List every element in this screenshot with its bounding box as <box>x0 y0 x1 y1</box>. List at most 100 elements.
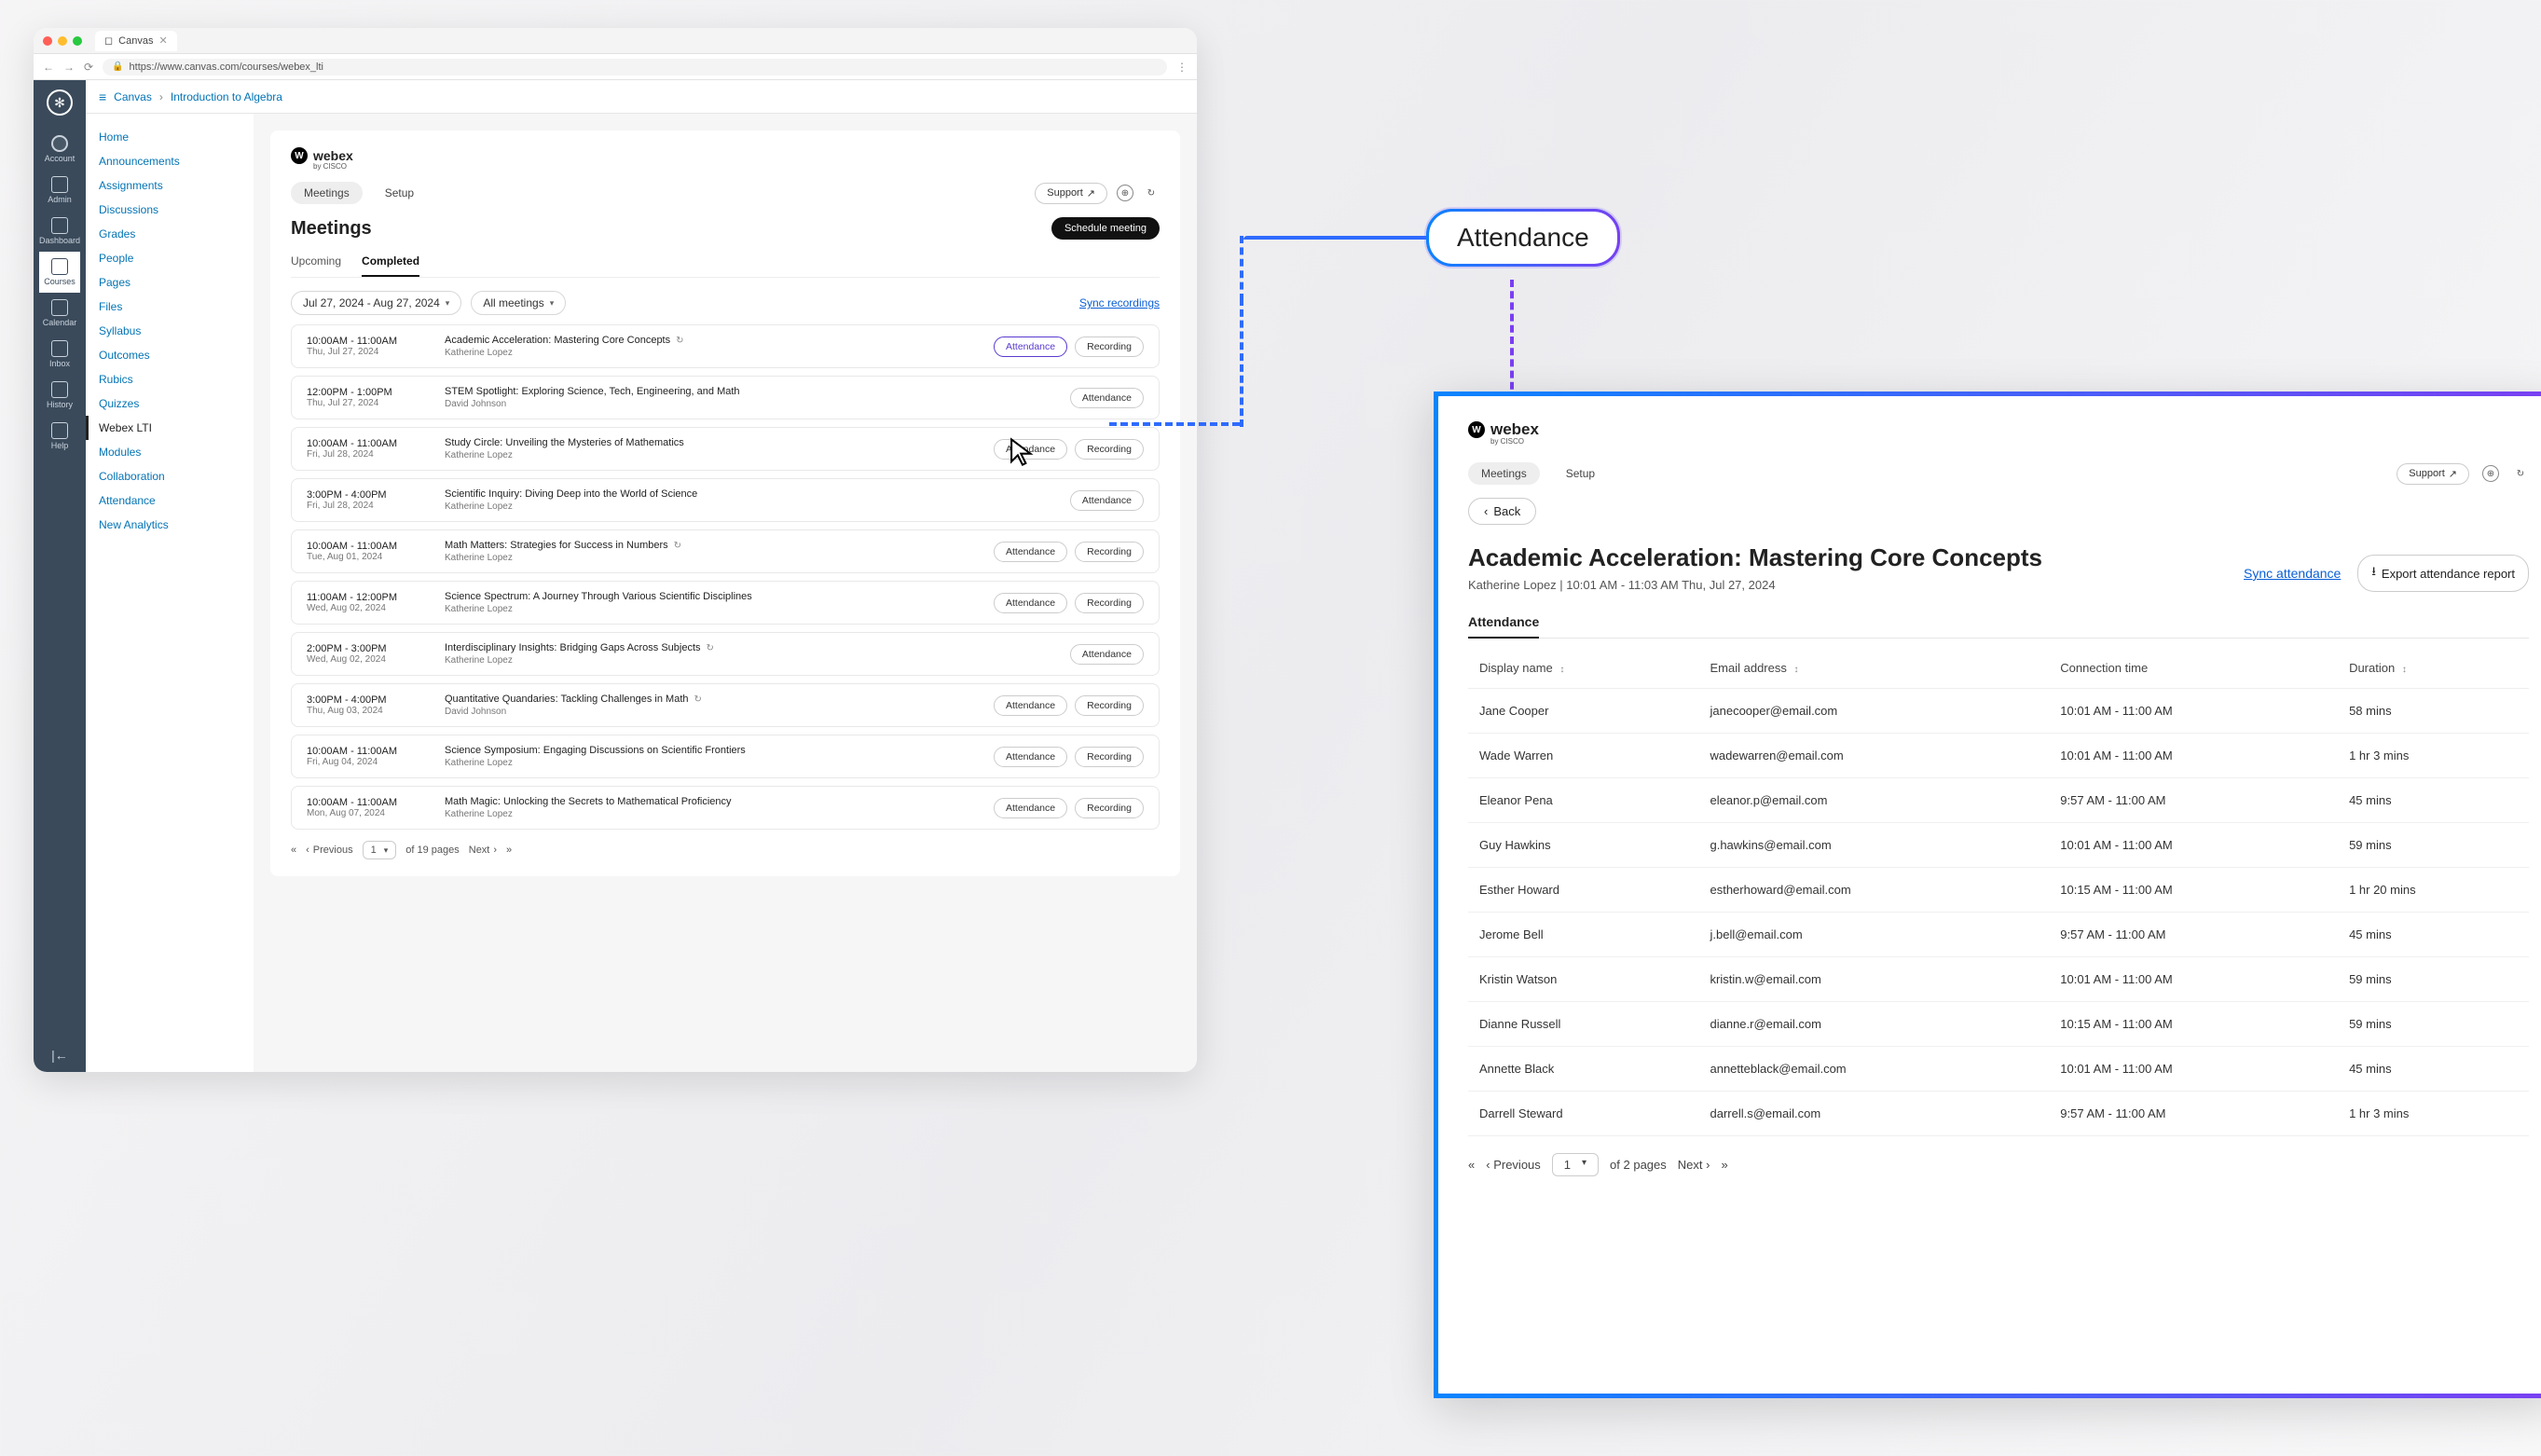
minimize-window-icon[interactable] <box>58 36 67 46</box>
recording-button[interactable]: Recording <box>1075 695 1144 716</box>
course-nav-quizzes[interactable]: Quizzes <box>86 391 254 416</box>
col-email[interactable]: Email address ↕ <box>1698 648 2049 689</box>
subtab-completed[interactable]: Completed <box>362 254 419 277</box>
col-duration[interactable]: Duration ↕ <box>2338 648 2529 689</box>
rail-item-history[interactable]: History <box>39 375 80 416</box>
subtab-upcoming[interactable]: Upcoming <box>291 254 341 277</box>
recording-button[interactable]: Recording <box>1075 542 1144 562</box>
recording-button[interactable]: Recording <box>1075 798 1144 818</box>
course-nav-files[interactable]: Files <box>86 295 254 319</box>
pager-next[interactable]: Next › <box>469 845 497 856</box>
attendance-button[interactable]: Attendance <box>994 542 1067 562</box>
attendance-button[interactable]: Attendance <box>1070 644 1144 665</box>
pager-prev[interactable]: ‹ Previous <box>306 845 352 856</box>
back-icon[interactable]: ← <box>43 61 54 74</box>
rail-item-calendar[interactable]: Calendar <box>39 293 80 334</box>
meeting-time: 10:00AM - 11:00AMMon, Aug 07, 2024 <box>307 797 428 818</box>
course-nav-modules[interactable]: Modules <box>86 440 254 464</box>
rail-item-courses[interactable]: Courses <box>39 252 80 293</box>
date-range-filter[interactable]: Jul 27, 2024 - Aug 27, 2024 ▾ <box>291 291 461 315</box>
course-nav-new-analytics[interactable]: New Analytics <box>86 513 254 537</box>
attendance-button[interactable]: Attendance <box>994 798 1067 818</box>
close-window-icon[interactable] <box>43 36 52 46</box>
attendance-button[interactable]: Attendance <box>994 593 1067 613</box>
course-nav-syllabus[interactable]: Syllabus <box>86 319 254 343</box>
globe-icon[interactable]: ⊕ <box>2482 465 2499 482</box>
pager-prev[interactable]: ‹ Previous <box>1486 1158 1541 1172</box>
course-nav-grades[interactable]: Grades <box>86 222 254 246</box>
meeting-host: Katherine Lopez <box>445 604 977 614</box>
browser-menu-icon[interactable]: ⋮ <box>1176 61 1188 74</box>
attendance-tab[interactable]: Attendance <box>1468 614 1539 639</box>
support-button[interactable]: Support ↗ <box>2397 463 2469 485</box>
globe-icon[interactable]: ⊕ <box>1117 185 1133 201</box>
meeting-type-filter[interactable]: All meetings ▾ <box>471 291 566 315</box>
course-nav-people[interactable]: People <box>86 246 254 270</box>
pager-next[interactable]: Next › <box>1678 1158 1710 1172</box>
course-nav-announcements[interactable]: Announcements <box>86 149 254 173</box>
pager-page-select[interactable]: 1 ▾ <box>1552 1153 1599 1176</box>
rail-item-account[interactable]: Account <box>39 129 80 170</box>
meeting-title: Science Symposium: Engaging Discussions … <box>445 745 746 756</box>
col-display-name[interactable]: Display name ↕ <box>1468 648 1698 689</box>
hamburger-icon[interactable]: ≡ <box>99 89 106 104</box>
attendance-button[interactable]: Attendance <box>994 439 1067 460</box>
course-nav-discussions[interactable]: Discussions <box>86 198 254 222</box>
course-nav-rubics[interactable]: Rubics <box>86 367 254 391</box>
course-nav-home[interactable]: Home <box>86 125 254 149</box>
tab-meetings[interactable]: Meetings <box>1468 462 1540 485</box>
maximize-window-icon[interactable] <box>73 36 82 46</box>
export-attendance-button[interactable]: ⭳ Export attendance report <box>2357 555 2529 592</box>
schedule-meeting-button[interactable]: Schedule meeting <box>1051 217 1160 240</box>
back-button[interactable]: ‹ Back <box>1468 498 1536 525</box>
course-nav-assignments[interactable]: Assignments <box>86 173 254 198</box>
recording-button[interactable]: Recording <box>1075 747 1144 767</box>
recording-button[interactable]: Recording <box>1075 337 1144 357</box>
support-button[interactable]: Support ↗ <box>1035 183 1107 204</box>
tab-setup[interactable]: Setup <box>1553 462 1608 485</box>
external-link-icon: ↗ <box>2449 468 2457 480</box>
tab-meetings[interactable]: Meetings <box>291 182 363 204</box>
webex-logo-icon: W <box>291 147 308 164</box>
course-nav-attendance[interactable]: Attendance <box>86 488 254 513</box>
url-input[interactable]: 🔒 https://www.canvas.com/courses/webex_l… <box>103 59 1167 76</box>
col-connection-time[interactable]: Connection time <box>2049 648 2338 689</box>
pager-page-select[interactable]: 1 ▾ <box>363 841 397 859</box>
sync-attendance-link[interactable]: Sync attendance <box>2244 566 2341 581</box>
breadcrumb-root[interactable]: Canvas <box>114 90 152 103</box>
rail-item-admin[interactable]: Admin <box>39 170 80 211</box>
browser-tab[interactable]: ◻︎ Canvas ✕ <box>95 31 177 51</box>
recording-button[interactable]: Recording <box>1075 439 1144 460</box>
rail-item-inbox[interactable]: Inbox <box>39 334 80 375</box>
col-email-label: Email address <box>1710 661 1786 675</box>
pager-last-icon[interactable]: » <box>506 845 512 856</box>
attendance-button[interactable]: Attendance <box>994 695 1067 716</box>
tab-setup[interactable]: Setup <box>372 182 427 204</box>
collapse-rail-icon[interactable]: |← <box>34 1038 86 1072</box>
forward-icon[interactable]: → <box>63 61 75 74</box>
recording-button[interactable]: Recording <box>1075 593 1144 613</box>
attendance-button[interactable]: Attendance <box>1070 388 1144 408</box>
canvas-logo[interactable]: ✻ <box>47 89 73 116</box>
course-nav-pages[interactable]: Pages <box>86 270 254 295</box>
cell-time: 10:01 AM - 11:00 AM <box>2049 689 2338 734</box>
pager-first-icon[interactable]: « <box>1468 1158 1475 1172</box>
attendance-button[interactable]: Attendance <box>994 747 1067 767</box>
course-nav-outcomes[interactable]: Outcomes <box>86 343 254 367</box>
sort-icon: ↕ <box>2402 665 2407 675</box>
pager-first-icon[interactable]: « <box>291 845 296 856</box>
sync-recordings-link[interactable]: Sync recordings <box>1079 296 1160 309</box>
reload-icon[interactable]: ⟳ <box>84 61 93 74</box>
attendance-button[interactable]: Attendance <box>1070 490 1144 511</box>
rail-item-dashboard[interactable]: Dashboard <box>39 211 80 252</box>
refresh-icon[interactable]: ↻ <box>1143 185 1160 201</box>
pager-last-icon[interactable]: » <box>1721 1158 1727 1172</box>
cell-email: eleanor.p@email.com <box>1698 778 2049 823</box>
rail-item-help[interactable]: Help <box>39 416 80 457</box>
course-nav-collaboration[interactable]: Collaboration <box>86 464 254 488</box>
breadcrumb-course[interactable]: Introduction to Algebra <box>171 90 282 103</box>
course-nav-webex-lti[interactable]: Webex LTI <box>86 416 254 440</box>
attendance-button[interactable]: Attendance <box>994 337 1067 357</box>
refresh-icon[interactable]: ↻ <box>2512 465 2529 482</box>
tab-close-icon[interactable]: ✕ <box>158 34 167 47</box>
